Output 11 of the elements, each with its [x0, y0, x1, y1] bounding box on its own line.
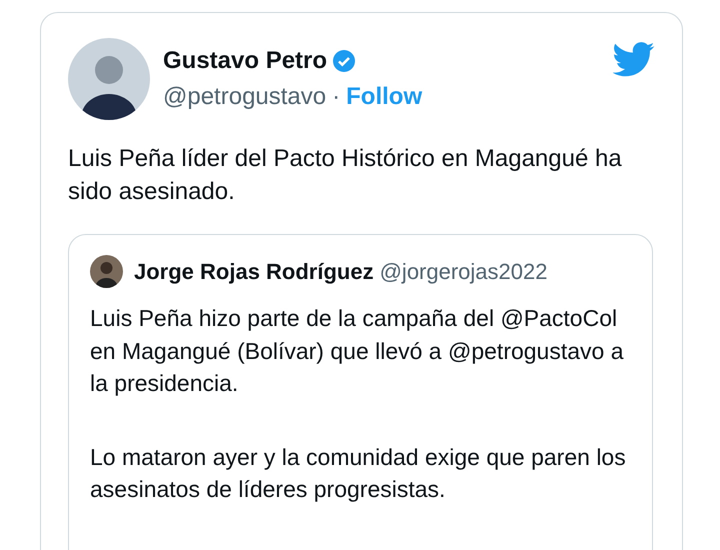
quoted-author-handle: @jorgerojas2022: [380, 258, 548, 286]
bird-logo-icon[interactable]: [613, 42, 655, 77]
quoted-tweet-text: Luis Peña hizo parte de la campaña del @PactoCol en Magangué (Bolívar) que llevó a @petrogustavo a la presidencia.: [90, 304, 625, 398]
quoted-author-name: Jorge Rojas Rodríguez: [134, 258, 374, 286]
author-name[interactable]: Gustavo Petro: [163, 46, 328, 76]
author-handle[interactable]: @petrogustavo: [163, 82, 326, 112]
avatar-silhouette: [90, 255, 123, 288]
quoted-tweet-card[interactable]: [68, 234, 653, 550]
separator-dot: ·: [332, 82, 340, 112]
quoted-tweet-text: Lo mataron ayer y la comunidad exige que paren los asesinatos de líderes progresistas.: [90, 442, 627, 504]
tweet-text: Luis Peña líder del Pacto Histórico en Magangué ha sido asesinado.: [68, 144, 623, 207]
